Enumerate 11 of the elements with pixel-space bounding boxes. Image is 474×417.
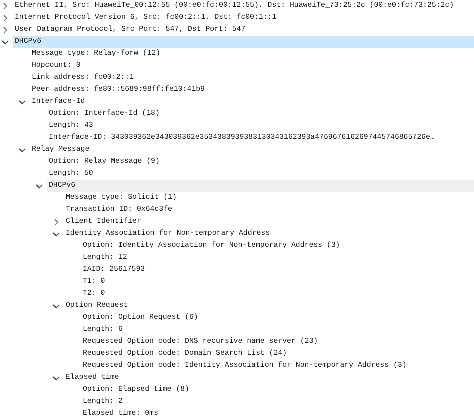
chevron-right-icon[interactable] [2,14,9,22]
chevron-down-icon[interactable] [53,302,60,310]
chevron-down-icon[interactable] [53,374,60,382]
chevron-down-icon[interactable] [53,230,60,238]
chevron-down-icon[interactable] [36,182,43,190]
chevron-down-icon[interactable] [19,98,26,106]
chevron-down-icon[interactable] [2,38,9,46]
chevron-down-icon[interactable] [19,146,26,154]
chevron-right-icon[interactable] [2,26,9,34]
chevron-right-icon[interactable] [2,2,9,10]
chevron-right-icon[interactable] [53,218,60,226]
